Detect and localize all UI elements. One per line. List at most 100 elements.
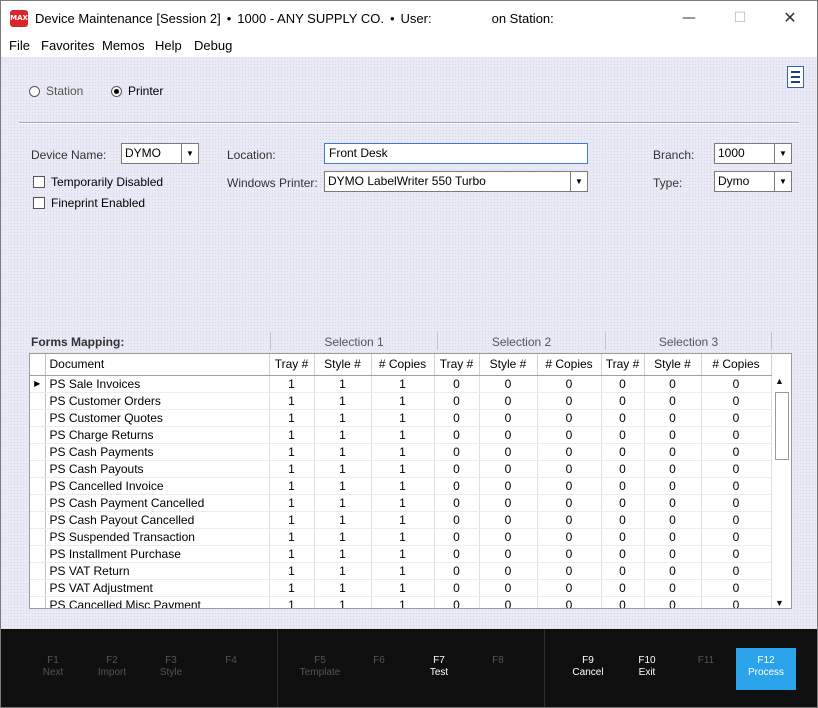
value-cell[interactable]: 0: [601, 477, 645, 495]
col-header-document[interactable]: Document: [45, 354, 270, 376]
value-cell[interactable]: 1: [269, 579, 315, 597]
col-header-copies-3[interactable]: # Copies: [701, 354, 772, 376]
value-cell[interactable]: 1: [371, 494, 435, 512]
location-input[interactable]: Front Desk: [324, 143, 588, 164]
minimize-button[interactable]: —: [666, 5, 712, 31]
table-row[interactable]: PS VAT Adjustment 1 1 1 0 0 0 0 0 0: [30, 579, 772, 597]
document-cell[interactable]: PS Cash Payments: [45, 443, 270, 461]
value-cell[interactable]: 0: [644, 511, 702, 529]
value-cell[interactable]: 0: [537, 528, 602, 546]
value-cell[interactable]: 1: [371, 460, 435, 478]
fkey-f10-exit[interactable]: F10 Exit: [619, 655, 675, 679]
value-cell[interactable]: 0: [537, 511, 602, 529]
value-cell[interactable]: 0: [537, 477, 602, 495]
table-row[interactable]: PS Installment Purchase 1 1 1 0 0 0 0 0 0: [30, 545, 772, 563]
col-header-style-3[interactable]: Style #: [644, 354, 702, 376]
value-cell[interactable]: 0: [537, 596, 602, 608]
table-row[interactable]: PS Cancelled Invoice 1 1 1 0 0 0 0 0 0: [30, 477, 772, 495]
value-cell[interactable]: 1: [314, 426, 372, 444]
menu-favorites[interactable]: Favorites: [41, 38, 94, 53]
value-cell[interactable]: 0: [479, 460, 538, 478]
document-cell[interactable]: PS Charge Returns: [45, 426, 270, 444]
value-cell[interactable]: 0: [644, 562, 702, 580]
value-cell[interactable]: 0: [701, 494, 772, 512]
table-row[interactable]: PS Cash Payments 1 1 1 0 0 0 0 0 0: [30, 443, 772, 461]
value-cell[interactable]: 0: [601, 409, 645, 427]
value-cell[interactable]: 1: [371, 528, 435, 546]
value-cell[interactable]: 1: [371, 579, 435, 597]
value-cell[interactable]: 0: [601, 375, 645, 393]
col-header-tray-2[interactable]: Tray #: [434, 354, 480, 376]
value-cell[interactable]: 0: [644, 426, 702, 444]
scrollbar-thumb[interactable]: [775, 392, 789, 460]
value-cell[interactable]: 0: [701, 375, 772, 393]
value-cell[interactable]: 0: [537, 460, 602, 478]
value-cell[interactable]: 0: [701, 392, 772, 410]
menu-help[interactable]: Help: [155, 38, 182, 53]
value-cell[interactable]: 1: [269, 494, 315, 512]
chevron-down-icon[interactable]: ▼: [774, 144, 791, 163]
value-cell[interactable]: 0: [601, 562, 645, 580]
fkey-f6[interactable]: F6: [351, 655, 407, 667]
device-name-combo[interactable]: DYMO ▼: [121, 143, 199, 164]
document-cell[interactable]: PS Customer Orders: [45, 392, 270, 410]
chevron-down-icon[interactable]: ▼: [774, 172, 791, 191]
value-cell[interactable]: 1: [269, 392, 315, 410]
value-cell[interactable]: 0: [479, 579, 538, 597]
value-cell[interactable]: 1: [314, 409, 372, 427]
value-cell[interactable]: 0: [537, 579, 602, 597]
value-cell[interactable]: 0: [644, 494, 702, 512]
document-cell[interactable]: PS Suspended Transaction: [45, 528, 270, 546]
value-cell[interactable]: 0: [434, 511, 480, 529]
document-cell[interactable]: PS Cash Payment Cancelled: [45, 494, 270, 512]
value-cell[interactable]: 0: [644, 579, 702, 597]
table-row[interactable]: PS Charge Returns 1 1 1 0 0 0 0 0 0: [30, 426, 772, 444]
value-cell[interactable]: 1: [269, 375, 315, 393]
value-cell[interactable]: 0: [644, 409, 702, 427]
value-cell[interactable]: 1: [371, 443, 435, 461]
value-cell[interactable]: 1: [269, 596, 315, 608]
value-cell[interactable]: 0: [479, 409, 538, 427]
document-cell[interactable]: PS Cash Payouts: [45, 460, 270, 478]
value-cell[interactable]: 0: [537, 443, 602, 461]
value-cell[interactable]: 0: [434, 409, 480, 427]
value-cell[interactable]: 1: [371, 477, 435, 495]
scroll-down-icon[interactable]: ▼: [775, 598, 784, 608]
value-cell[interactable]: 0: [434, 596, 480, 608]
col-header-style-2[interactable]: Style #: [479, 354, 538, 376]
value-cell[interactable]: 0: [479, 443, 538, 461]
value-cell[interactable]: 0: [601, 392, 645, 410]
value-cell[interactable]: 1: [371, 392, 435, 410]
value-cell[interactable]: 1: [269, 545, 315, 563]
document-cell[interactable]: PS Customer Quotes: [45, 409, 270, 427]
value-cell[interactable]: 0: [701, 443, 772, 461]
fkey-f11[interactable]: F11: [678, 655, 734, 667]
type-combo[interactable]: Dymo ▼: [714, 171, 792, 192]
value-cell[interactable]: 1: [269, 409, 315, 427]
value-cell[interactable]: 0: [601, 426, 645, 444]
value-cell[interactable]: 0: [601, 460, 645, 478]
value-cell[interactable]: 0: [479, 392, 538, 410]
fkey-f12-process[interactable]: F12 Process: [736, 648, 796, 690]
value-cell[interactable]: 0: [434, 579, 480, 597]
value-cell[interactable]: 1: [314, 562, 372, 580]
value-cell[interactable]: 1: [371, 375, 435, 393]
document-cell[interactable]: PS Cancelled Misc Payment: [45, 596, 270, 608]
document-cell[interactable]: PS VAT Adjustment: [45, 579, 270, 597]
value-cell[interactable]: 1: [269, 443, 315, 461]
table-row[interactable]: PS Customer Orders 1 1 1 0 0 0 0 0 0: [30, 392, 772, 410]
value-cell[interactable]: 1: [269, 477, 315, 495]
value-cell[interactable]: 0: [644, 460, 702, 478]
table-row[interactable]: PS Cash Payout Cancelled 1 1 1 0 0 0 0 0 0: [30, 511, 772, 529]
value-cell[interactable]: 0: [479, 596, 538, 608]
fkey-f9-cancel[interactable]: F9 Cancel: [560, 655, 616, 679]
value-cell[interactable]: 1: [314, 528, 372, 546]
value-cell[interactable]: 0: [479, 562, 538, 580]
fkey-f4[interactable]: F4: [203, 655, 259, 667]
value-cell[interactable]: 1: [269, 511, 315, 529]
value-cell[interactable]: 0: [479, 528, 538, 546]
fineprint-enabled-checkbox[interactable]: Fineprint Enabled: [33, 196, 145, 210]
value-cell[interactable]: 0: [644, 528, 702, 546]
value-cell[interactable]: 0: [701, 562, 772, 580]
value-cell[interactable]: 0: [434, 443, 480, 461]
